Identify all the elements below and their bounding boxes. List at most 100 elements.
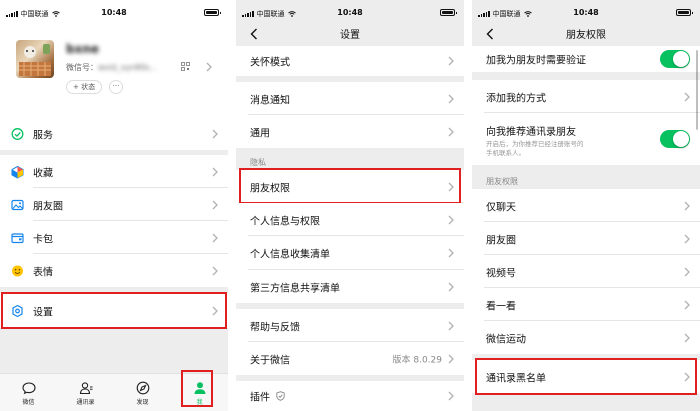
item-label: 消息通知 [250,95,290,106]
chevron-right-icon [448,321,454,330]
add-status-button[interactable]: + 状态 [66,80,103,94]
item-label: 朋友圈 [486,235,516,246]
item-label: 向我推荐通讯录朋友 [486,127,576,138]
battery-icon [204,9,221,16]
item-label: 添加我的方式 [486,93,546,104]
profile-name: bxne [66,42,100,56]
compass-icon [136,381,149,395]
settings-item-help[interactable]: 帮助与反馈 [236,309,464,342]
chat-bubble-icon [21,382,36,395]
perm-item-wow[interactable]: 看一看 [472,288,700,321]
chevron-right-icon [684,267,690,276]
item-label: 个人信息收集清单 [250,249,330,261]
chevron-right-icon [684,333,690,342]
scrollbar[interactable] [695,50,698,130]
settings-item-plugins[interactable]: 插件 [236,381,464,411]
battery-icon [440,9,457,16]
avatar[interactable] [16,40,54,78]
settings-item-info-collection[interactable]: 个人信息收集清单 [236,236,464,270]
settings-item-about[interactable]: 关于微信 版本 8.0.29 [236,342,464,375]
status-bar: 中国联通 10:48 [0,0,228,22]
nav-bar: 朋友权限 [472,22,700,46]
chevron-right-icon [684,300,690,309]
chevron-right-icon [212,167,218,176]
item-label: 加我为朋友时需要验证 [486,55,586,67]
recommend-toggle[interactable] [660,130,690,148]
perm-item-verify[interactable]: 加我为朋友时需要验证 [472,46,700,72]
menu-item-moments[interactable]: 朋友圈 [0,188,228,221]
profile-chevron-icon[interactable] [206,62,212,72]
settings-item-notifications[interactable]: 消息通知 [236,82,464,115]
perm-item-add-methods[interactable]: 添加我的方式 [472,80,700,113]
item-label: 第三方信息共享清单 [250,283,340,294]
status-time: 10:48 [573,8,599,17]
favorites-icon [11,165,24,178]
section-title-privacy: 隐私 [250,158,266,167]
page-title: 朋友权限 [566,30,606,41]
perm-item-chat-only[interactable]: 仅聊天 [472,189,700,222]
item-label: 仅聊天 [486,202,516,213]
me-screen: 中国联通 10:48 bxne 微信号：wxid_xyn80s... + 状态 … [0,0,228,411]
battery-icon [676,9,693,16]
menu-item-favorites[interactable]: 收藏 [0,155,228,188]
chevron-right-icon [448,282,454,291]
tab-chats[interactable]: 微信 [0,374,57,411]
settings-item-third-party[interactable]: 第三方信息共享清单 [236,270,464,303]
nav-bar: 设置 [236,22,464,46]
item-description: 手机联系人。 [486,149,525,157]
perm-item-moments[interactable]: 朋友圈 [472,222,700,255]
tab-label: 发现 [136,399,149,406]
chevron-right-icon [448,248,454,258]
verify-toggle[interactable] [660,50,690,68]
perm-item-channels[interactable]: 视频号 [472,255,700,288]
item-label: 关怀模式 [250,57,290,69]
settings-item-care-mode[interactable]: 关怀模式 [236,46,464,76]
chevron-right-icon [212,266,218,275]
menu-label: 服务 [33,130,53,141]
contacts-icon [79,382,92,395]
status-time: 10:48 [101,8,127,17]
settings-item-general[interactable]: 通用 [236,115,464,148]
wechat-id-value: wxid_xyn80s... [98,63,158,72]
item-label: 视频号 [486,268,516,279]
perm-item-recommend-contacts[interactable]: 向我推荐通讯录朋友 开启后，为你推荐已经注册账号的 手机联系人。 [472,113,700,165]
settings-highlight-box [1,292,227,329]
menu-item-card-wallet[interactable]: 卡包 [0,221,228,254]
perm-item-werun[interactable]: 微信运动 [472,321,700,354]
wechat-id-label: 微信号： [66,63,98,72]
tab-label: 微信 [22,399,35,406]
item-label: 帮助与反馈 [250,322,300,333]
section-title-friend-permissions: 朋友权限 [486,177,518,186]
friend-permissions-highlight-box [239,168,461,204]
menu-label: 收藏 [33,168,53,179]
item-label: 看一看 [486,301,516,312]
chevron-right-icon [212,200,218,209]
item-label: 插件 [250,392,270,404]
menu-label: 朋友圈 [33,201,63,212]
tab-label: 通讯录 [76,399,95,406]
chevron-right-icon [448,127,454,136]
tab-contacts[interactable]: 通讯录 [57,374,114,411]
chevron-right-icon [684,92,690,101]
settings-screen: 中国联通 10:48 设置 关怀模式 消息通知 通用 隐私 朋友权限 个人信息与… [236,0,464,411]
shield-icon [276,391,285,401]
item-label: 微信运动 [486,334,526,345]
chevron-right-icon [448,56,454,66]
me-tab-highlight-box [181,370,213,407]
menu-item-stickers[interactable]: 表情 [0,254,228,287]
settings-item-personal-info[interactable]: 个人信息与权限 [236,203,464,236]
moments-icon [11,198,24,211]
sticker-icon [11,264,24,277]
more-status-button[interactable]: ··· [109,80,123,94]
service-icon [11,127,24,140]
chevron-right-icon [448,391,454,401]
item-label: 通用 [250,128,270,139]
menu-label: 卡包 [33,234,53,245]
status-bar: 中国联通 10:48 [472,0,700,22]
chevron-right-icon [212,129,218,138]
tab-discover[interactable]: 发现 [114,374,171,411]
chevron-right-icon [684,201,690,210]
qr-code-icon[interactable] [181,62,190,71]
chevron-right-icon [212,233,218,242]
menu-item-service[interactable]: 服务 [0,117,228,150]
